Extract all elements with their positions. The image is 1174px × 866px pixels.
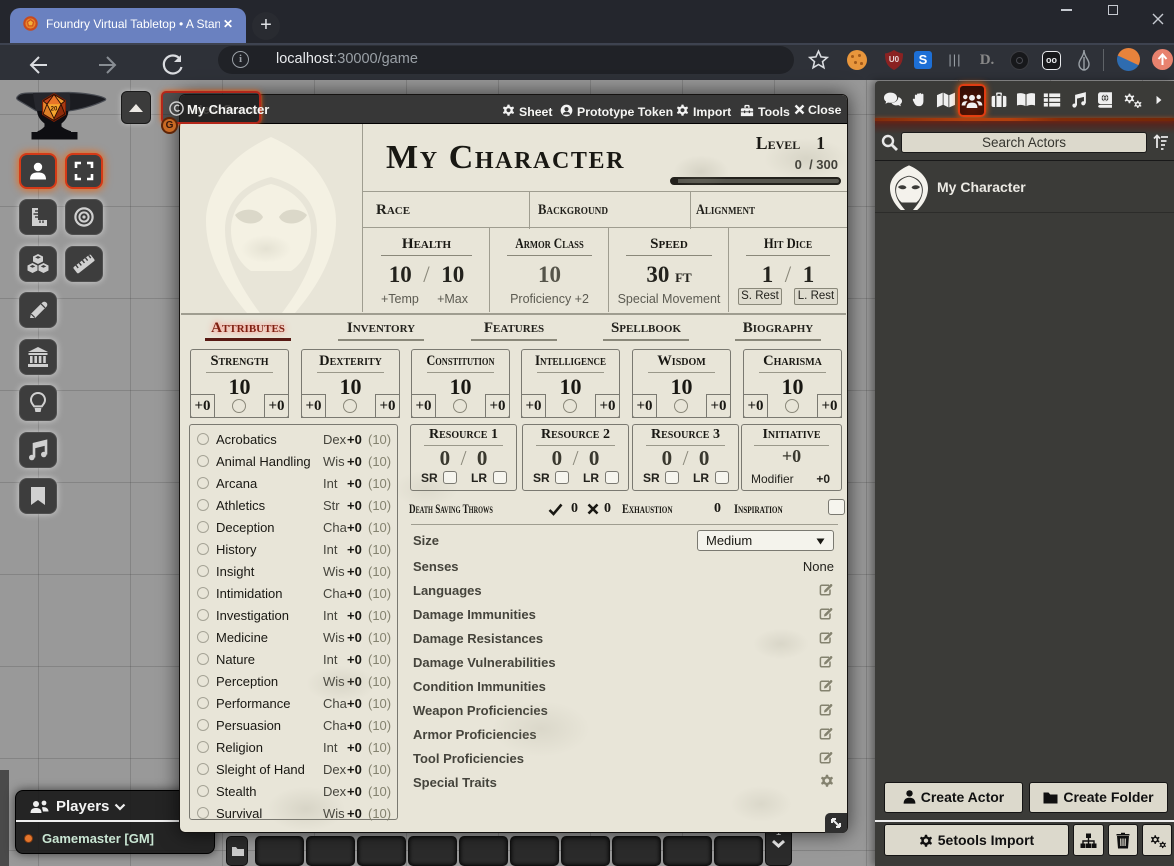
svg-text:U0: U0 xyxy=(889,55,900,64)
svg-text:20: 20 xyxy=(51,107,58,113)
